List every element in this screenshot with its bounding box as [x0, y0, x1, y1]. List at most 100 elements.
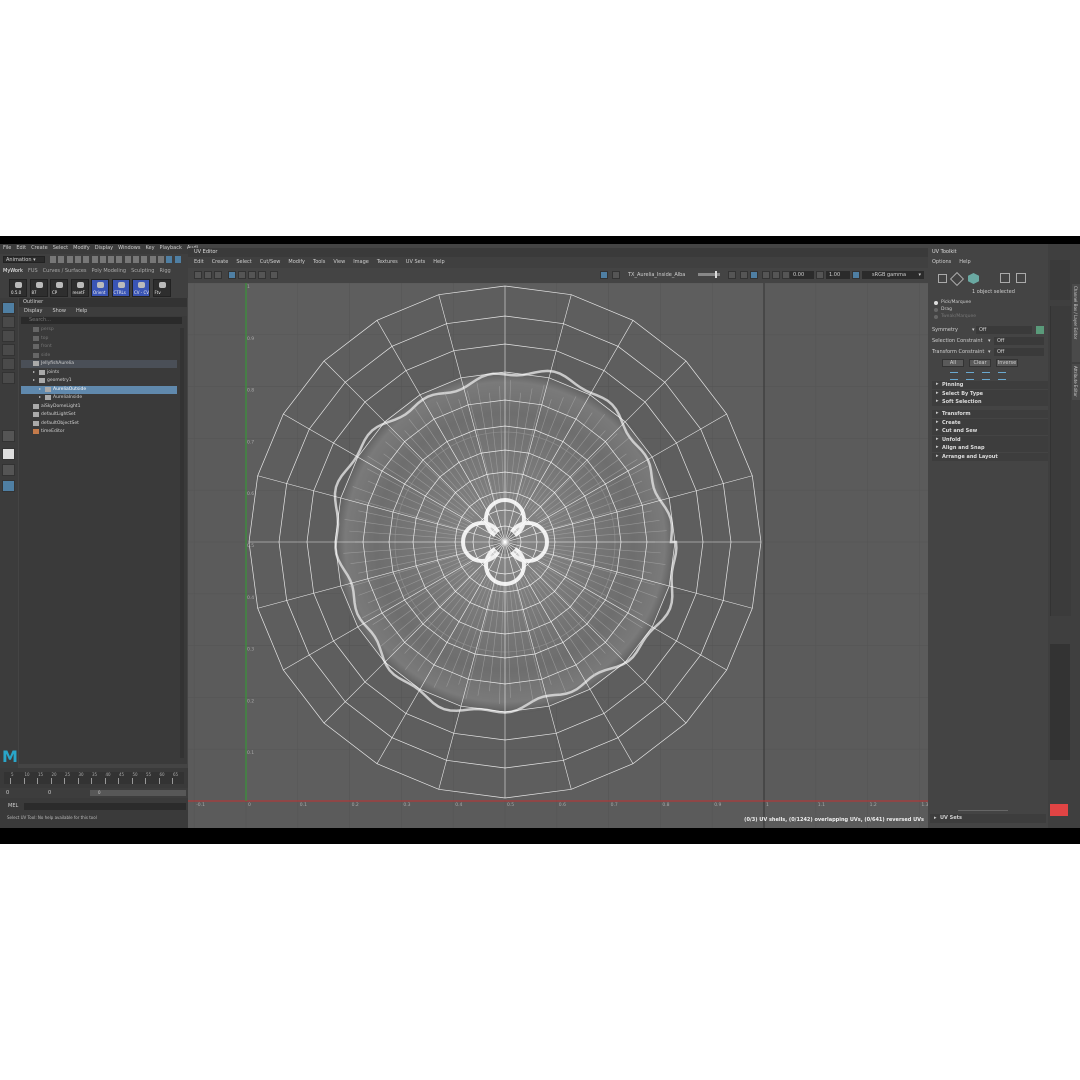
record-button[interactable]: [1050, 804, 1068, 816]
mel-input[interactable]: [24, 803, 186, 810]
uv-menu-edit[interactable]: Edit: [194, 260, 204, 265]
uv-menu-tools[interactable]: Tools: [313, 260, 325, 265]
shelf-tab-poly-modeling[interactable]: Poly Modeling: [92, 269, 127, 277]
shelf-button-0-5-0[interactable]: 0.5.0: [9, 279, 27, 297]
status-icon[interactable]: [91, 256, 98, 263]
outliner-item-aureliainside[interactable]: ▸ AureliaInside: [21, 394, 177, 402]
shelf-button-cv-cv[interactable]: CV - CV: [132, 279, 150, 297]
uv-menu-image[interactable]: Image: [353, 260, 369, 265]
status-icon[interactable]: [174, 256, 181, 263]
uv-shell-mode-icon[interactable]: [968, 273, 979, 284]
paint-select-icon[interactable]: [2, 330, 15, 342]
select-tool-icon[interactable]: [2, 302, 15, 314]
outliner-scrollbar[interactable]: [180, 328, 184, 758]
outliner-menu-help[interactable]: Help: [76, 309, 87, 314]
status-icon[interactable]: [133, 256, 139, 263]
face-mode-icon[interactable]: [1016, 273, 1026, 283]
texture-name[interactable]: TX_Aurelia_Inside_Alba: [628, 273, 685, 278]
section-unfold[interactable]: ▸ Unfold: [932, 435, 1048, 444]
uv-menu-cut-sew[interactable]: Cut/Sew: [260, 260, 281, 265]
time-slider[interactable]: 5 10 15 20 25 30 35 40 45 50 55 60 65: [4, 772, 184, 784]
view-toggle-icon[interactable]: [772, 271, 780, 279]
status-icon[interactable]: [157, 256, 164, 263]
move-tool-icon[interactable]: [2, 344, 15, 356]
section-soft-selection[interactable]: ▸ Soft Selection: [932, 398, 1048, 406]
view-toggle-icon[interactable]: [740, 271, 748, 279]
main-menu-file[interactable]: File: [3, 246, 11, 252]
grow-selection-icon[interactable]: [950, 372, 958, 380]
uv-menu-view[interactable]: View: [333, 260, 345, 265]
shrink-selection-icon[interactable]: [966, 372, 974, 380]
expand-arrow-icon[interactable]: ▸: [39, 386, 41, 391]
selection-constraint-select[interactable]: Off: [994, 337, 1044, 345]
exposure-field[interactable]: 0.00: [790, 271, 814, 279]
uv-sets-section[interactable]: ▸ UV Sets: [930, 814, 1046, 823]
main-menu-edit[interactable]: Edit: [16, 246, 26, 252]
uv-toolbar-icon[interactable]: [228, 271, 236, 279]
uv-mesh-wireframe[interactable]: [248, 285, 762, 799]
view-toggle-icon[interactable]: [750, 271, 758, 279]
layout-preset-icon[interactable]: [2, 480, 15, 492]
shelf-button-87[interactable]: 87: [29, 279, 48, 297]
outliner-item-defaultlightset[interactable]: defaultLightSet: [21, 411, 177, 419]
single-view-icon[interactable]: [2, 430, 15, 442]
uv-canvas[interactable]: -0.1 0 0.1 0.2 0.3 0.4 0.5 0.6 0.7 0.8 0.9 1 1.1 1.2 1…: [188, 283, 928, 828]
select-border-icon[interactable]: [982, 372, 990, 380]
select-mode-tweak-marquee[interactable]: Tweak/Marquee: [932, 314, 1032, 321]
uv-menu-help[interactable]: Help: [433, 260, 444, 265]
status-icon[interactable]: [58, 256, 65, 263]
section-transform[interactable]: ▸ Transform: [932, 410, 1048, 418]
color-space-select[interactable]: sRGB gamma ▾: [862, 271, 924, 279]
exposure-icon[interactable]: [816, 271, 824, 279]
main-menu-create[interactable]: Create: [31, 246, 48, 252]
outliner-item-aureliaoutside[interactable]: ▸ AureliaOutside: [21, 385, 177, 394]
expand-arrow-icon[interactable]: ▸: [33, 369, 35, 374]
inverse-button[interactable]: Inverse: [996, 359, 1018, 367]
main-menu-select[interactable]: Select: [53, 246, 68, 252]
outliner-item-side[interactable]: side: [21, 352, 177, 360]
section-select-by-type[interactable]: ▸ Select By Type: [932, 389, 1048, 398]
gamma-field[interactable]: 1.00: [826, 271, 850, 279]
toolkit-menu-help[interactable]: Help: [959, 260, 970, 265]
expand-arrow-icon[interactable]: ▸: [39, 395, 41, 399]
range-bar[interactable]: 0: [90, 790, 186, 796]
outliner-menu-display[interactable]: Display: [24, 309, 42, 314]
uv-toolbar-icon[interactable]: [238, 271, 246, 279]
uv-toolbar-icon[interactable]: [194, 271, 202, 279]
main-menu-key[interactable]: Key: [145, 246, 154, 252]
four-view-icon[interactable]: [2, 448, 15, 460]
view-toggle-icon[interactable]: [762, 271, 770, 279]
outliner-item-geometry1[interactable]: ▸ geometry1: [21, 377, 177, 385]
uv-menu-textures[interactable]: Textures: [377, 260, 398, 265]
all-button[interactable]: All: [942, 359, 964, 367]
shelf-tab-sculpting[interactable]: Sculpting: [131, 269, 154, 277]
main-menu-playback[interactable]: Playback: [160, 246, 182, 252]
shelf-button-ftv[interactable]: Ftv: [152, 279, 171, 297]
uv-menu-select[interactable]: Select: [236, 260, 251, 265]
select-mode-drag[interactable]: Drag: [932, 307, 1032, 314]
toolkit-menu-options[interactable]: Options: [932, 260, 951, 265]
outliner-item-jellyfishaurelia[interactable]: JellyfishAurelia: [21, 360, 177, 368]
uv-menu-modify[interactable]: Modify: [288, 260, 305, 265]
lasso-tool-icon[interactable]: [2, 316, 15, 328]
outliner-layout-icon[interactable]: [2, 464, 15, 476]
scale-tool-icon[interactable]: [2, 372, 15, 384]
uv-menu-create[interactable]: Create: [212, 260, 229, 265]
symmetry-select[interactable]: Off: [976, 326, 1032, 334]
main-menu-windows[interactable]: Windows: [118, 246, 140, 252]
uv-mode-icon[interactable]: [1000, 273, 1010, 283]
shelf-button-cp[interactable]: CP: [50, 279, 68, 297]
status-icon[interactable]: [50, 256, 56, 263]
uv-toolbar-icon[interactable]: [258, 271, 266, 279]
status-icon[interactable]: [66, 256, 73, 263]
outliner-item-joints[interactable]: ▸ joints: [21, 369, 177, 377]
range-start-field[interactable]: 0: [6, 791, 9, 796]
mel-label[interactable]: MEL: [8, 804, 18, 809]
clear-button[interactable]: Clear: [969, 359, 991, 367]
symmetry-toggle-icon[interactable]: [1036, 326, 1044, 334]
shelf-tab-mywork[interactable]: MyWork: [3, 269, 23, 277]
uv-toolbar-icon[interactable]: [270, 271, 278, 279]
view-toggle-icon[interactable]: [782, 271, 790, 279]
uv-toolbar-icon[interactable]: [204, 271, 212, 279]
exposure-slider[interactable]: [698, 271, 720, 278]
